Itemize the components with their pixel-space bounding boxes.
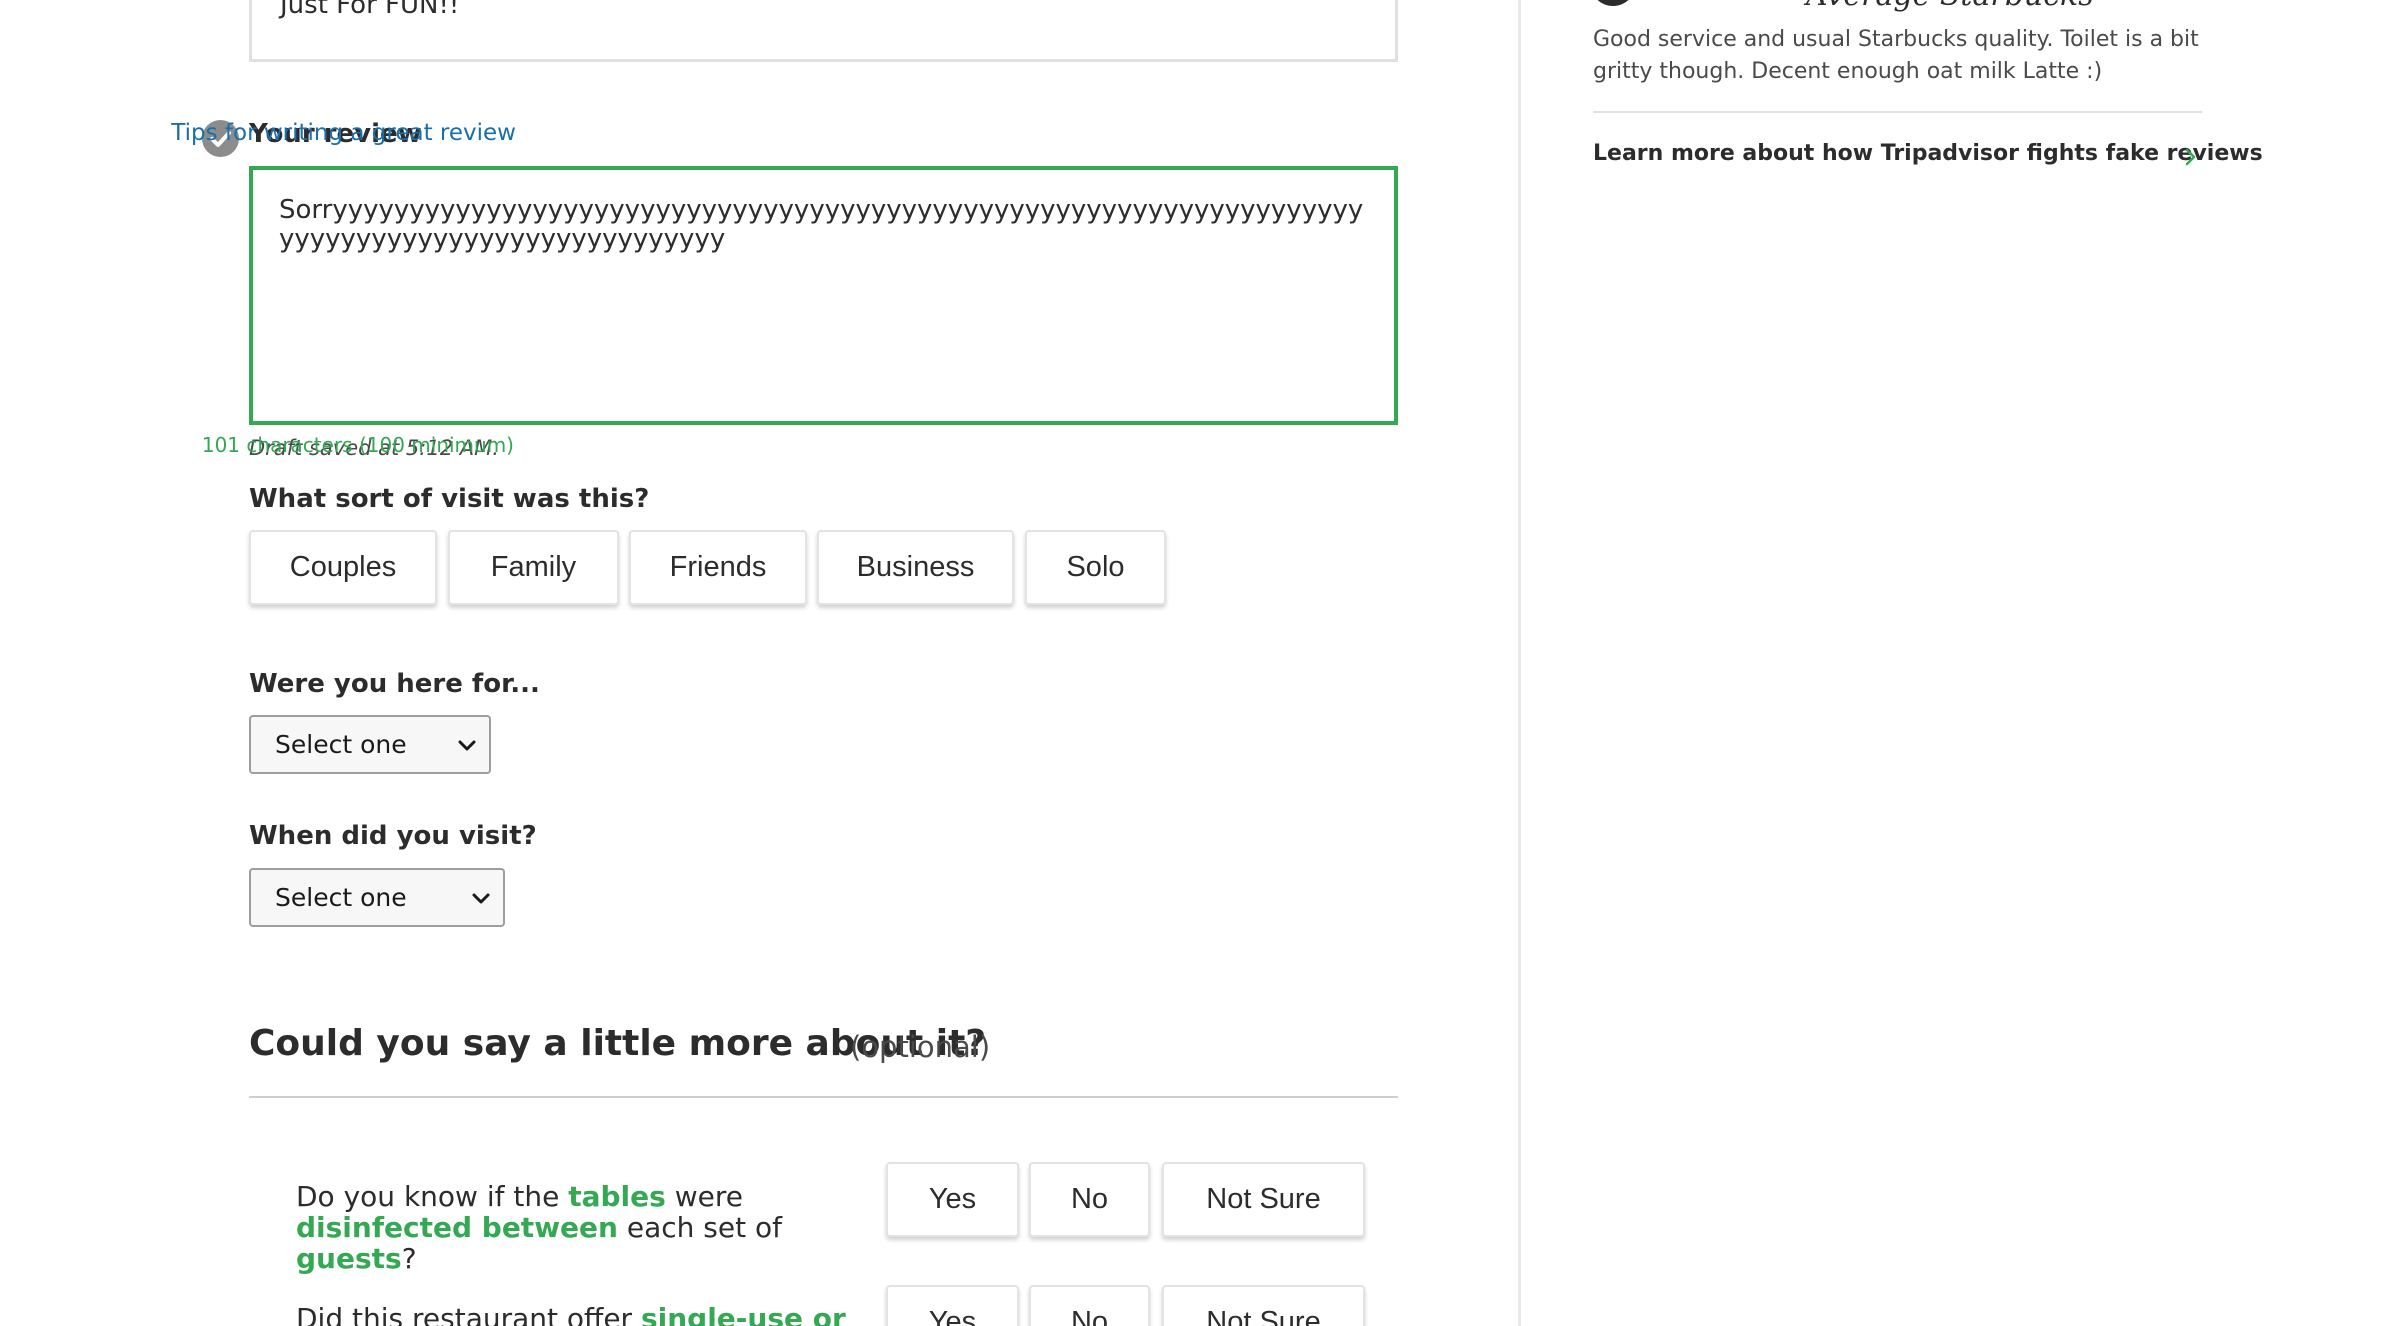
- visit-type-family-button[interactable]: Family: [448, 530, 619, 605]
- sidebar-divider: [1593, 111, 2202, 113]
- single-use-yes-button[interactable]: Yes: [886, 1285, 1019, 1326]
- tables-not-sure-button[interactable]: Not Sure: [1162, 1162, 1365, 1237]
- review-form: Just For FUN!! Your review Tips for writ…: [0, 0, 1518, 1326]
- here-for-selected: Select one: [275, 730, 407, 759]
- safety-question-tables: Do you know if the tables were disinfect…: [296, 1180, 782, 1275]
- review-snippet-title: Average Starbucks: [1806, 0, 2094, 13]
- section-divider: [249, 1096, 1398, 1098]
- visit-type-couples-button[interactable]: Couples: [249, 530, 437, 605]
- here-for-select[interactable]: Select one: [249, 715, 491, 774]
- trip-title-value: Just For FUN!!: [280, 0, 460, 20]
- single-use-not-sure-button[interactable]: Not Sure: [1162, 1285, 1365, 1326]
- trip-title-input[interactable]: Just For FUN!!: [249, 0, 1398, 62]
- single-use-no-button[interactable]: No: [1029, 1285, 1150, 1326]
- here-for-question: Were you here for...: [249, 669, 540, 699]
- visit-type-business-button[interactable]: Business: [817, 530, 1014, 605]
- when-visit-selected: Select one: [275, 883, 407, 912]
- chevron-right-icon[interactable]: [2184, 147, 2198, 171]
- review-textarea[interactable]: Sorryyyyyyyyyyyyyyyyyyyyyyyyyyyyyyyyyyyy…: [249, 166, 1398, 425]
- visit-type-solo-button[interactable]: Solo: [1025, 530, 1166, 605]
- visit-type-friends-button[interactable]: Friends: [629, 530, 807, 605]
- tips-link[interactable]: Tips for writing a great review: [171, 120, 516, 146]
- tables-no-button[interactable]: No: [1029, 1162, 1150, 1237]
- character-count: 101 characters (100 minimum): [201, 433, 514, 457]
- optional-label: (optional): [850, 1030, 991, 1064]
- visit-type-question: What sort of visit was this?: [249, 484, 650, 514]
- chevron-down-icon: [469, 886, 493, 916]
- learn-more-link[interactable]: Learn more about how Tripadvisor fights …: [1593, 141, 2263, 166]
- sidebar: [1521, 0, 2400, 1326]
- when-visit-question: When did you visit?: [249, 821, 537, 851]
- chevron-down-icon: [455, 733, 479, 763]
- tables-yes-button[interactable]: Yes: [886, 1162, 1019, 1237]
- safety-question-single-use: Did this restaurant offer single-use or: [296, 1302, 846, 1326]
- when-visit-select[interactable]: Select one: [249, 868, 505, 927]
- review-snippet-text: Good service and usual Starbucks quality…: [1593, 27, 2199, 84]
